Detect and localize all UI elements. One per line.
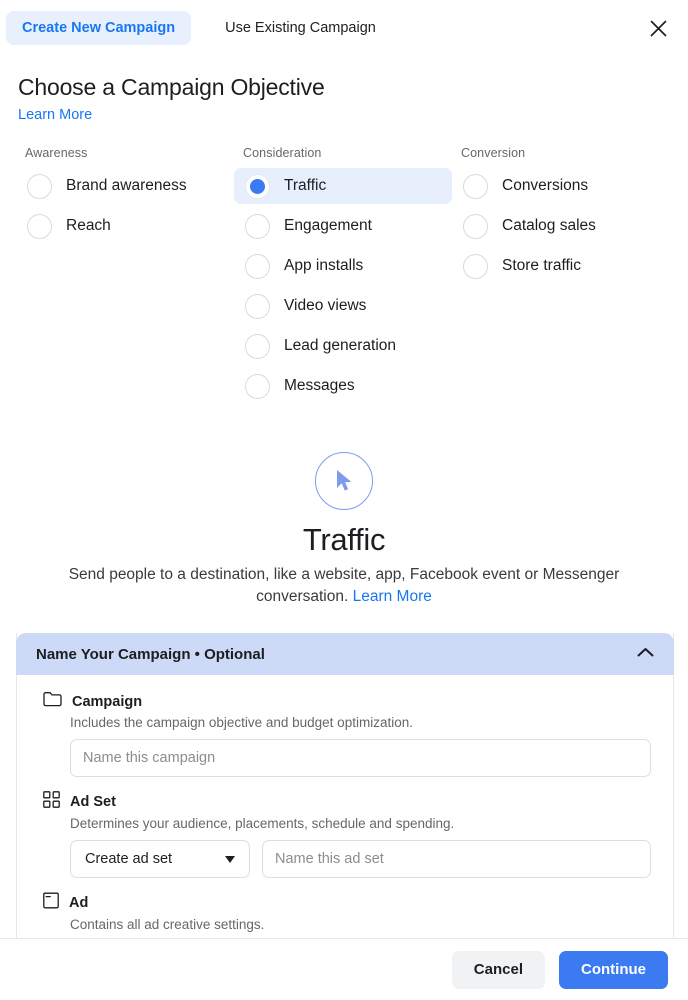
ad-set-block-title: Ad Set [70, 794, 116, 810]
objective-option-engagement[interactable]: Engagement [234, 208, 452, 244]
cursor-pointer-icon [315, 452, 373, 510]
close-icon[interactable] [642, 12, 674, 44]
objective-option-lead-generation[interactable]: Lead generation [234, 328, 452, 364]
objective-option-label: Conversions [502, 177, 589, 194]
ad-set-block-head: Ad Set [43, 791, 651, 813]
name-campaign-card: Name Your Campaign • Optional Campaign I… [16, 633, 674, 938]
radio-icon-selected[interactable] [245, 173, 270, 199]
ad-block-head: Ad [43, 892, 651, 914]
radio-icon[interactable] [245, 373, 270, 399]
radio-icon[interactable] [463, 173, 488, 199]
objective-option-label: Traffic [284, 177, 327, 194]
objective-column-consideration: Consideration Traffic Engagement App ins… [234, 146, 452, 408]
objective-option-label: Catalog sales [502, 217, 596, 234]
objective-column-conversion: Conversion Conversions Catalog sales Sto… [452, 146, 670, 408]
objective-option-label: Engagement [284, 217, 372, 234]
objective-column-awareness: Awareness Brand awareness Reach [16, 146, 234, 408]
radio-icon[interactable] [245, 333, 270, 359]
ad-name-block: Ad Contains all ad creative settings. [17, 892, 673, 932]
objective-option-label: Messages [284, 377, 355, 394]
name-campaign-section-header[interactable]: Name Your Campaign • Optional [16, 633, 674, 675]
tab-bar: Create New Campaign Use Existing Campaig… [0, 0, 688, 56]
campaign-input-row [70, 739, 651, 777]
objective-option-conversions[interactable]: Conversions [452, 168, 670, 204]
column-heading-consideration: Consideration [243, 146, 322, 160]
continue-button[interactable]: Continue [559, 950, 668, 989]
objective-option-label: App installs [284, 257, 364, 274]
objective-option-store-traffic[interactable]: Store traffic [452, 248, 670, 284]
campaign-name-block: Campaign Includes the campaign objective… [17, 691, 673, 777]
radio-icon[interactable] [245, 293, 270, 319]
tab-create-new-campaign[interactable]: Create New Campaign [6, 11, 192, 45]
radio-icon[interactable] [463, 253, 488, 279]
radio-icon[interactable] [463, 213, 488, 239]
name-campaign-card-body: Campaign Includes the campaign objective… [17, 675, 673, 932]
campaign-name-input[interactable] [70, 739, 651, 777]
ad-block-title: Ad [69, 895, 89, 911]
objective-option-app-installs[interactable]: App installs [234, 248, 452, 284]
objective-description-text: Send people to a destination, like a web… [68, 566, 620, 605]
header-learn-more-link[interactable]: Learn More [18, 107, 92, 123]
campaign-block-title: Campaign [72, 693, 143, 710]
column-heading-awareness: Awareness [25, 146, 88, 160]
objective-option-traffic[interactable]: Traffic [234, 168, 452, 204]
chevron-up-icon[interactable] [637, 645, 654, 663]
objective-option-label: Reach [66, 217, 111, 234]
ad-set-block-subtitle: Determines your audience, placements, sc… [70, 816, 455, 831]
tab-use-existing-campaign[interactable]: Use Existing Campaign [209, 11, 392, 45]
campaign-block-subtitle: Includes the campaign objective and budg… [70, 715, 413, 730]
create-ad-set-select[interactable]: Create ad set [70, 840, 250, 878]
objective-option-label: Video views [284, 297, 367, 314]
objective-columns: Awareness Brand awareness Reach Consider… [0, 124, 688, 408]
ad-window-icon [43, 892, 59, 914]
ad-set-name-block: Ad Set Determines your audience, placeme… [17, 791, 673, 878]
column-heading-conversion: Conversion [461, 146, 526, 160]
radio-icon[interactable] [27, 173, 52, 199]
page-title: Choose a Campaign Objective [18, 74, 325, 100]
radio-icon[interactable] [245, 253, 270, 279]
campaign-objective-dialog: Create New Campaign Use Existing Campaig… [0, 0, 688, 1000]
objective-option-brand-awareness[interactable]: Brand awareness [16, 168, 234, 204]
objective-option-video-views[interactable]: Video views [234, 288, 452, 324]
objective-option-reach[interactable]: Reach [16, 208, 234, 244]
grid-icon [43, 791, 60, 813]
objective-learn-more-link[interactable]: Learn More [353, 588, 432, 605]
objective-option-label: Store traffic [502, 257, 581, 274]
objective-option-label: Lead generation [284, 337, 397, 354]
objective-option-catalog-sales[interactable]: Catalog sales [452, 208, 670, 244]
dialog-footer: Cancel Continue [0, 938, 688, 1000]
objective-option-messages[interactable]: Messages [234, 368, 452, 404]
ad-set-name-input[interactable] [262, 840, 651, 878]
page-heading: Choose a Campaign Objective Learn More [0, 56, 688, 124]
campaign-block-head: Campaign [43, 691, 651, 712]
ad-set-input-row: Create ad set [70, 840, 651, 878]
ad-block-subtitle: Contains all ad creative settings. [70, 917, 265, 932]
radio-icon[interactable] [245, 213, 270, 239]
cancel-button[interactable]: Cancel [451, 950, 545, 989]
chevron-down-icon[interactable] [225, 855, 235, 863]
objective-title: Traffic [302, 522, 386, 557]
section-header-title: Name Your Campaign • Optional [36, 645, 265, 663]
create-ad-set-select-value: Create ad set [85, 851, 173, 867]
objective-detail-hero: Traffic Send people to a destination, li… [0, 408, 688, 608]
radio-icon[interactable] [27, 213, 52, 239]
folder-icon [43, 691, 62, 712]
dialog-scroll-area: Create New Campaign Use Existing Campaig… [0, 0, 688, 938]
objective-description: Send people to a destination, like a web… [40, 564, 648, 608]
objective-option-label: Brand awareness [66, 177, 187, 194]
